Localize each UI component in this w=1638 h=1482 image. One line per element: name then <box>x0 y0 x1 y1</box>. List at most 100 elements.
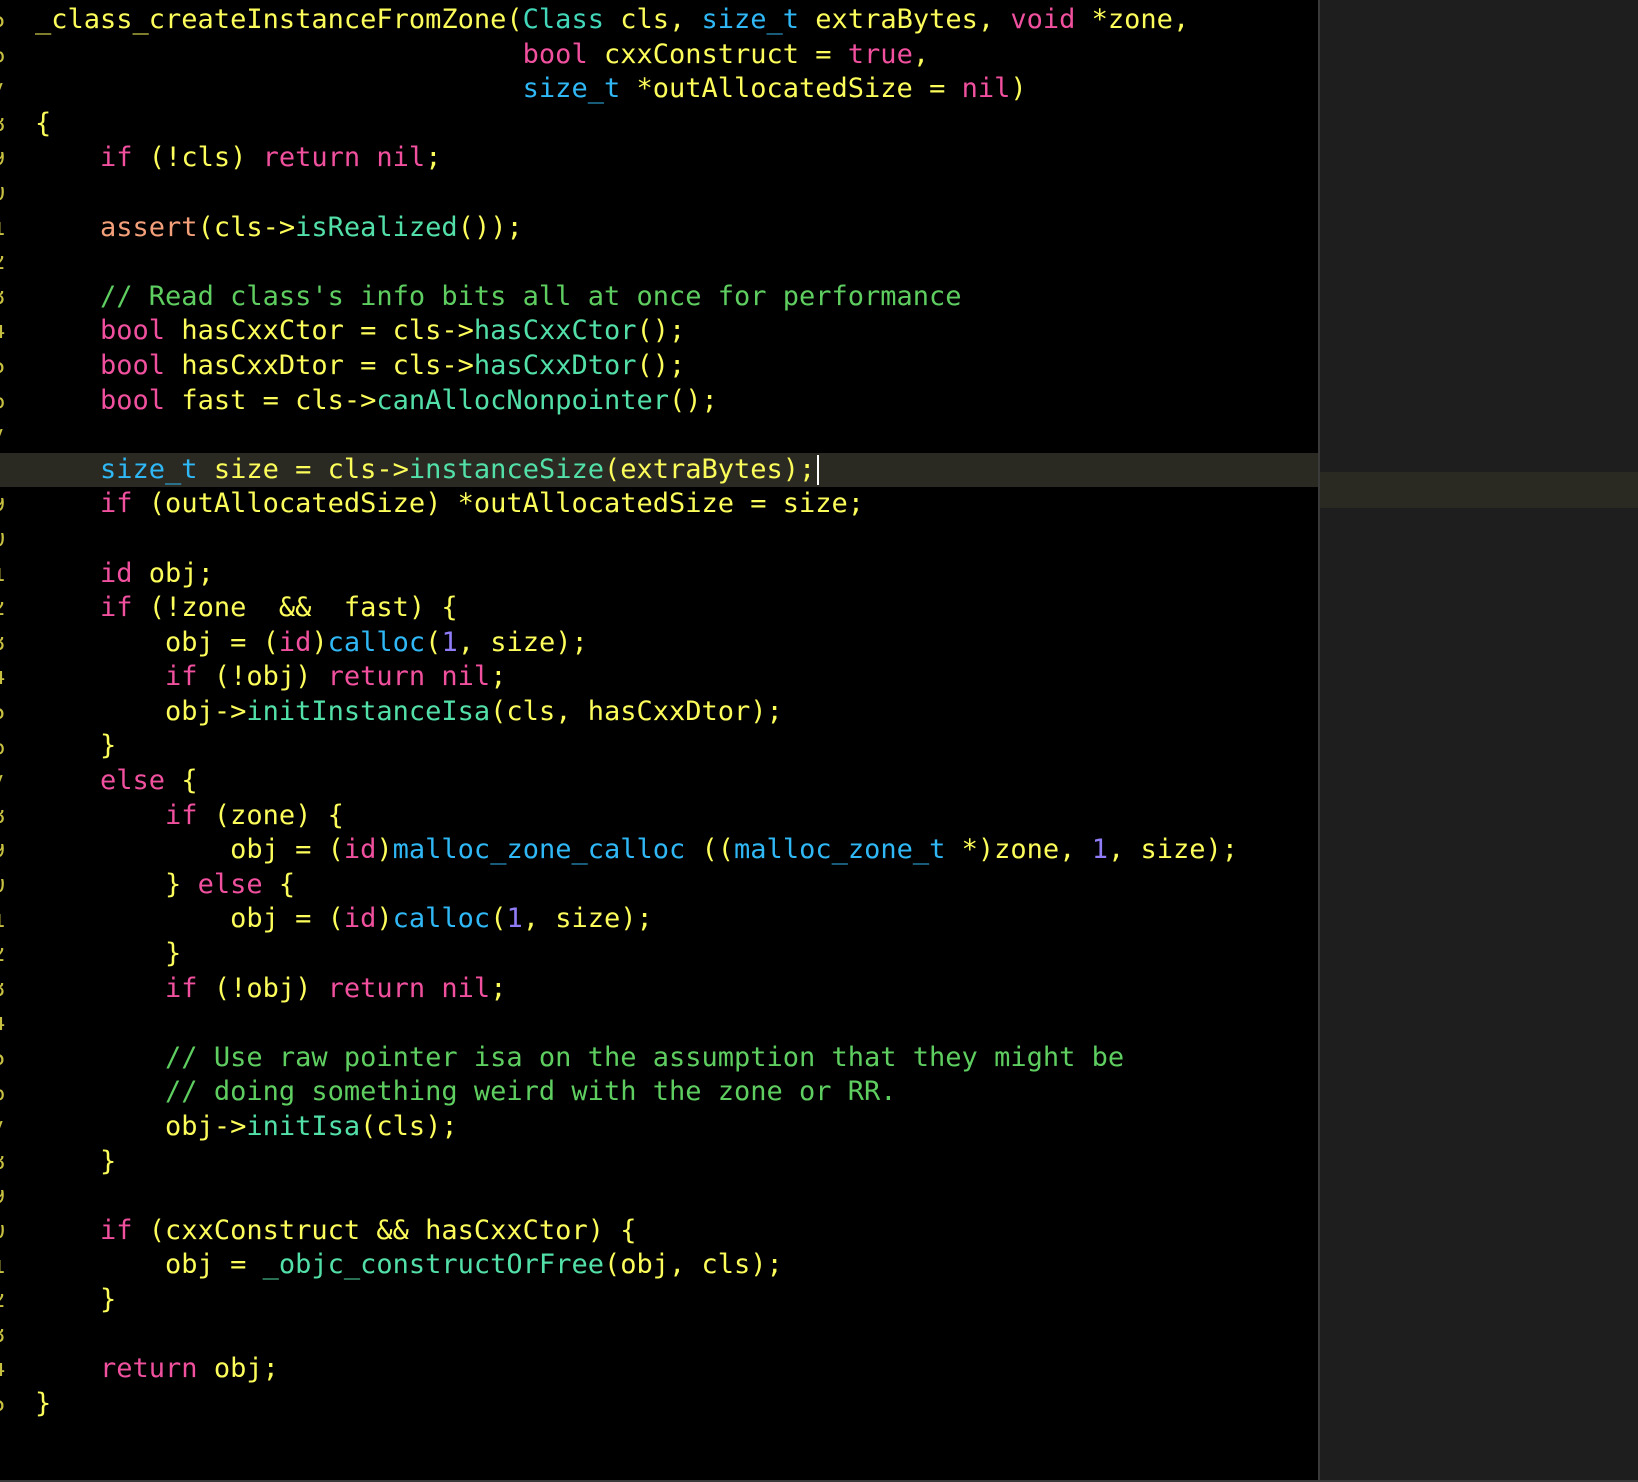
code-line[interactable]: } <box>35 729 1318 764</box>
code-line[interactable]: // Use raw pointer isa on the assumption… <box>35 1041 1318 1076</box>
code-token: bool <box>100 315 166 347</box>
code-line[interactable]: else { <box>35 764 1318 799</box>
code-line[interactable]: obj = (id)calloc(1, size); <box>35 626 1318 661</box>
code-token: (( <box>685 834 735 866</box>
code-token: obj = ( <box>230 834 344 866</box>
line-number: 9 <box>0 152 6 166</box>
code-token: ) <box>376 903 393 935</box>
code-line[interactable]: } <box>35 1387 1318 1422</box>
code-line[interactable]: if (!zone && fast) { <box>35 591 1318 626</box>
code-line[interactable] <box>35 1179 1318 1214</box>
line-number: 2 <box>0 602 6 616</box>
code-token: if <box>100 488 133 520</box>
code-token: cls, <box>603 4 702 35</box>
line-number: 4 <box>0 671 6 685</box>
minimap-panel[interactable] <box>1318 0 1638 1482</box>
code-token: extraBytes, <box>799 4 1011 35</box>
code-token: , size); <box>522 903 653 935</box>
code-line[interactable]: return obj; <box>35 1352 1318 1387</box>
code-line[interactable]: obj->initInstanceIsa(cls, hasCxxDtor); <box>35 695 1318 730</box>
code-line[interactable]: id obj; <box>35 557 1318 592</box>
code-token: return <box>327 661 426 693</box>
code-token: if <box>165 799 198 831</box>
code-line[interactable]: if (zone) { <box>35 799 1318 834</box>
code-line[interactable]: } <box>35 937 1318 972</box>
code-line[interactable]: obj->initIsa(cls); <box>35 1110 1318 1145</box>
code-token: , size); <box>1107 834 1238 866</box>
code-line[interactable] <box>35 176 1318 211</box>
line-number: 5 <box>0 1052 6 1066</box>
code-line[interactable]: obj = _objc_constructOrFree(obj, cls); <box>35 1248 1318 1283</box>
code-area[interactable]: _class_createInstanceFromZone(Class cls,… <box>0 0 1318 1422</box>
code-line[interactable]: size_t *outAllocatedSize = nil) <box>35 72 1318 107</box>
code-line[interactable]: if (!obj) return nil; <box>35 660 1318 695</box>
code-token: assert <box>100 211 198 243</box>
code-token: return <box>327 972 426 1004</box>
code-line[interactable]: } <box>35 1283 1318 1318</box>
code-line[interactable]: // doing something weird with the zone o… <box>35 1075 1318 1110</box>
code-line[interactable]: } else { <box>35 868 1318 903</box>
code-line[interactable]: if (!cls) return nil; <box>35 141 1318 176</box>
code-token: obj; <box>132 557 214 589</box>
code-line[interactable]: bool hasCxxCtor = cls->hasCxxCtor(); <box>35 314 1318 349</box>
code-line[interactable] <box>35 1006 1318 1041</box>
code-line[interactable]: bool fast = cls->canAllocNonpointer(); <box>35 384 1318 419</box>
code-line[interactable]: // Read class's info bits all at once fo… <box>35 280 1318 315</box>
code-token: } <box>35 1387 52 1419</box>
code-token: ()); <box>457 211 523 243</box>
code-line[interactable] <box>35 245 1318 280</box>
line-number: 5 <box>0 706 6 720</box>
code-token: obj = <box>165 1249 263 1281</box>
code-line[interactable]: size_t size = cls->instanceSize(extraByt… <box>0 452 1318 488</box>
code-line[interactable] <box>35 1318 1318 1353</box>
code-token: (); <box>636 349 686 381</box>
code-token: hasCxxDtor = cls-> <box>165 349 474 381</box>
code-line[interactable]: if (outAllocatedSize) *outAllocatedSize … <box>35 487 1318 522</box>
code-token: ) <box>376 834 393 866</box>
code-token: (); <box>636 315 686 347</box>
code-token: (cxxConstruct && hasCxxCtor) { <box>132 1214 637 1246</box>
code-token: (cls); <box>360 1111 458 1142</box>
code-token: bool <box>522 38 588 70</box>
code-token: calloc <box>392 903 491 935</box>
code-token: // Read class's info bits all at once fo… <box>100 280 962 312</box>
code-line[interactable]: bool hasCxxDtor = cls->hasCxxDtor(); <box>35 349 1318 384</box>
code-editor[interactable]: 5678901234567890123456789012345678901234… <box>0 0 1318 1482</box>
code-line[interactable]: if (!obj) return nil; <box>35 972 1318 1007</box>
code-line[interactable] <box>35 522 1318 557</box>
line-number: 2 <box>0 256 6 270</box>
code-token: return <box>100 1353 198 1385</box>
code-token: nil <box>376 142 426 174</box>
line-number: 1 <box>0 1260 6 1274</box>
line-number: 7 <box>0 775 6 789</box>
line-number: 0 <box>0 533 6 547</box>
line-number: 0 <box>0 1225 6 1239</box>
code-line[interactable]: obj = (id)calloc(1, size); <box>35 902 1318 937</box>
code-line[interactable] <box>35 418 1318 453</box>
code-token: _class_createInstanceFromZone( <box>35 4 523 35</box>
code-token: bool <box>100 349 166 381</box>
code-line[interactable]: if (cxxConstruct && hasCxxCtor) { <box>35 1214 1318 1249</box>
code-line[interactable]: bool cxxConstruct = true, <box>35 38 1318 73</box>
code-token: size_t <box>522 73 621 105</box>
code-line[interactable]: { <box>35 107 1318 142</box>
code-line[interactable]: _class_createInstanceFromZone(Class cls,… <box>35 3 1318 38</box>
code-token: size = cls-> <box>197 453 409 485</box>
code-token: initIsa <box>246 1111 361 1142</box>
code-line[interactable]: obj = (id)malloc_zone_calloc ((malloc_zo… <box>35 833 1318 868</box>
code-token: 1 <box>1091 834 1108 866</box>
code-line[interactable]: } <box>35 1145 1318 1180</box>
code-line[interactable]: assert(cls->isRealized()); <box>35 211 1318 246</box>
